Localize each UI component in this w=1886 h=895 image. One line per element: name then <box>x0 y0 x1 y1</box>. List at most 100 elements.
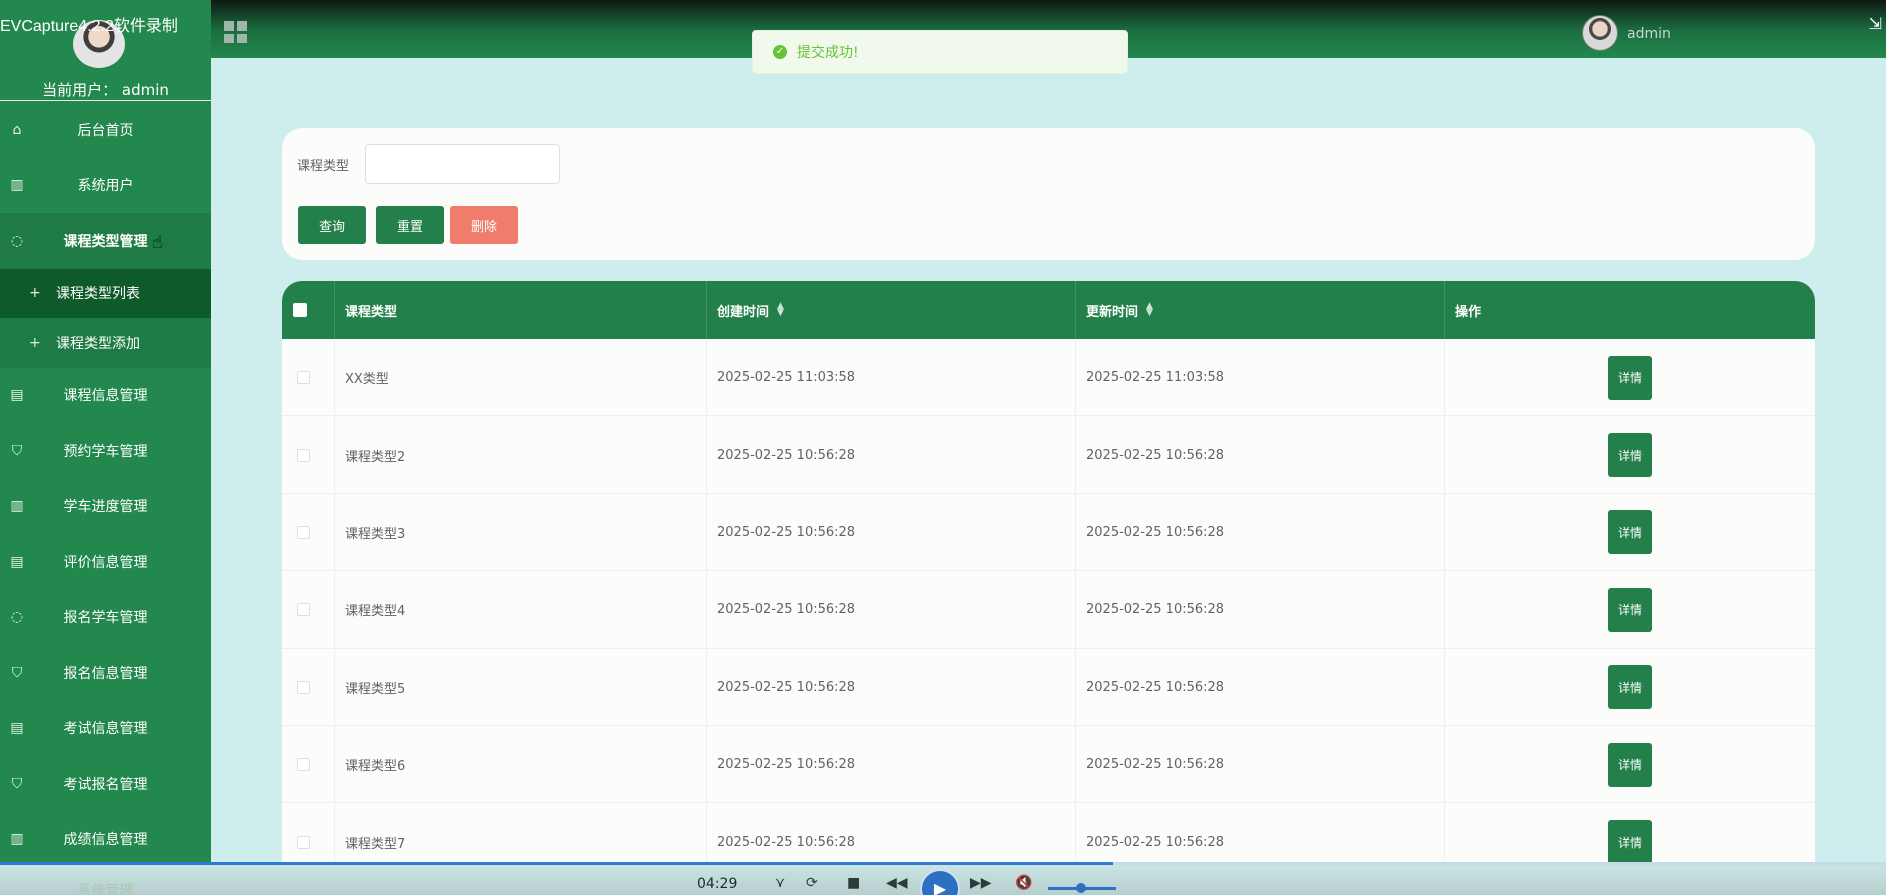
sidebar-item-exam-info[interactable]: ▤ 考试信息管理 <box>0 701 211 757</box>
query-button[interactable]: 查询 <box>298 206 366 244</box>
collapse-icon[interactable]: ⇲ <box>1869 14 1882 33</box>
delete-button[interactable]: 删除 <box>450 206 518 244</box>
sidebar-item-users[interactable]: ▥ 系统用户 <box>0 158 211 214</box>
detail-button[interactable]: 详情 <box>1608 587 1652 632</box>
sidebar-item-label: 预约学车管理 <box>63 443 148 460</box>
sidebar-item-label: 成绩信息管理 <box>63 832 148 849</box>
cell-updated: 2025-02-25 11:03:58 <box>1076 339 1445 417</box>
volume-icon[interactable]: 🔇 <box>1015 875 1032 891</box>
sidebar-item-label: 考试信息管理 <box>63 721 148 738</box>
cell-course-type: 课程类型6 <box>335 725 707 804</box>
detail-button[interactable]: 详情 <box>1608 742 1652 787</box>
row-checkbox[interactable] <box>297 680 310 694</box>
detail-button[interactable]: 详情 <box>1608 665 1652 710</box>
cell-created: 2025-02-25 10:56:28 <box>707 493 1076 572</box>
sidebar-item-exam-enroll[interactable]: ⛉ 考试报名管理 <box>0 756 211 812</box>
cell-course-type: 课程类型2 <box>335 416 707 494</box>
cell-actions: 详情 <box>1445 416 1815 493</box>
column-label: 创建时间 <box>717 304 770 320</box>
sidebar-item-course-type[interactable]: ◌ 课程类型管理 <box>0 213 211 269</box>
sort-icon[interactable]: ▲ ▼ <box>777 302 784 318</box>
row-checkbox[interactable] <box>297 835 310 849</box>
row-checkbox-cell <box>282 339 335 417</box>
check-circle-icon: ✓ <box>773 45 787 59</box>
select-all-checkbox[interactable] <box>293 303 307 317</box>
cell-updated: 2025-02-25 10:56:28 <box>1076 571 1445 649</box>
refresh-icon[interactable]: ⟳ <box>806 875 818 891</box>
stop-icon[interactable]: ■ <box>847 875 860 891</box>
table-row: 课程类型4 2025-02-25 10:56:28 2025-02-25 10:… <box>282 571 1815 649</box>
sidebar-item-enroll-driving[interactable]: ◌ 报名学车管理 <box>0 590 211 646</box>
detail-button[interactable]: 详情 <box>1608 820 1652 865</box>
fast-forward-icon[interactable]: ▶▶ <box>970 875 992 891</box>
column-header-course-type: 课程类型 <box>335 281 707 339</box>
header-select-all[interactable] <box>282 281 335 339</box>
cell-created: 2025-02-25 11:03:58 <box>707 339 1076 417</box>
table-header: 课程类型 创建时间 ▲ ▼ 更新时间 ▲ ▼ 操作 <box>282 281 1815 339</box>
sidebar-subitem-label: 课程类型添加 <box>56 335 140 352</box>
row-checkbox[interactable] <box>297 371 310 385</box>
sidebar-item-review[interactable]: ▤ 评价信息管理 <box>0 534 211 590</box>
sidebar-item-home[interactable]: ⌂ 后台首页 <box>0 102 211 158</box>
sidebar-item-label: 考试报名管理 <box>63 776 148 793</box>
search-panel: 课程类型 查询 重置 删除 <box>282 128 1815 260</box>
table-row: 课程类型5 2025-02-25 10:56:28 2025-02-25 10:… <box>282 648 1815 726</box>
search-label: 课程类型 <box>297 159 350 174</box>
toast-message: 提交成功! <box>797 45 859 61</box>
sidebar-item-enroll-info[interactable]: ⛉ 报名信息管理 <box>0 645 211 701</box>
row-checkbox[interactable] <box>297 603 310 617</box>
row-checkbox-cell <box>282 571 335 649</box>
table-row: 课程类型6 2025-02-25 10:56:28 2025-02-25 10:… <box>282 725 1815 804</box>
reset-button[interactable]: 重置 <box>376 206 444 244</box>
volume-knob[interactable] <box>1076 883 1086 893</box>
rewind-icon[interactable]: ◀◀ <box>886 875 908 891</box>
sidebar-subitem-label: 课程类型列表 <box>56 286 140 303</box>
grid-menu-icon[interactable] <box>224 21 248 43</box>
course-type-table: 课程类型 创建时间 ▲ ▼ 更新时间 ▲ ▼ 操作 XX类型 2025-02-25 11… <box>282 281 1815 891</box>
sidebar-item-label: 学车进度管理 <box>63 499 148 516</box>
sidebar-item-booking[interactable]: ⛉ 预约学车管理 <box>0 423 211 479</box>
row-checkbox-cell <box>282 725 335 804</box>
column-header-created[interactable]: 创建时间 ▲ ▼ <box>707 281 1076 339</box>
sidebar-item-label: 系统用户 <box>77 178 134 195</box>
cell-created: 2025-02-25 10:56:28 <box>707 725 1076 804</box>
column-label: 课程类型 <box>345 304 398 320</box>
course-type-search-input[interactable] <box>365 144 560 184</box>
cell-created: 2025-02-25 10:56:28 <box>707 648 1076 726</box>
recorder-title: EVCapture4.2.2软件录制 <box>0 18 178 35</box>
sidebar-item-label: 报名信息管理 <box>63 665 148 682</box>
sidebar-item-progress[interactable]: ▥ 学车进度管理 <box>0 479 211 535</box>
detail-button[interactable]: 详情 <box>1608 510 1652 555</box>
sidebar-subitem-course-type-add[interactable]: + 课程类型添加 <box>0 318 211 368</box>
sidebar-item-course-info[interactable]: ▤ 课程信息管理 <box>0 368 211 424</box>
cell-actions: 详情 <box>1445 571 1815 648</box>
table-row: XX类型 2025-02-25 11:03:58 2025-02-25 11:0… <box>282 339 1815 417</box>
row-checkbox-cell <box>282 648 335 726</box>
table-row: 课程类型3 2025-02-25 10:56:28 2025-02-25 10:… <box>282 493 1815 572</box>
column-label: 更新时间 <box>1086 304 1139 320</box>
detail-button[interactable]: 详情 <box>1608 433 1652 478</box>
sidebar-item-system-cutoff[interactable]: 系统管理 <box>0 880 211 895</box>
cell-updated: 2025-02-25 10:56:28 <box>1076 416 1445 494</box>
header-username[interactable]: admin <box>1627 26 1671 42</box>
row-checkbox[interactable] <box>297 448 310 462</box>
plus-icon: + <box>29 285 41 302</box>
play-icon[interactable]: ▶ <box>920 869 960 895</box>
sidebar-item-scores[interactable]: ▥ 成绩信息管理 <box>0 812 211 868</box>
row-checkbox[interactable] <box>297 758 310 772</box>
cell-course-type: 课程类型5 <box>335 648 707 726</box>
sidebar-subitem-course-type-list[interactable]: + 课程类型列表 <box>0 268 211 318</box>
row-checkbox[interactable] <box>297 525 310 539</box>
cell-updated: 2025-02-25 10:56:28 <box>1076 725 1445 804</box>
cell-updated: 2025-02-25 10:56:28 <box>1076 493 1445 572</box>
detail-button[interactable]: 详情 <box>1608 355 1652 400</box>
mouse-cursor-icon: ☝ <box>152 232 163 253</box>
settings-icon[interactable]: ⋎ <box>775 875 785 891</box>
video-player-controls: 04:29 ⋎ ⟳ ■ ◀◀ ▶ ▶▶ 🔇 <box>0 865 1886 895</box>
cell-created: 2025-02-25 10:56:28 <box>707 416 1076 494</box>
sidebar: 当前用户： admin ⌂ 后台首页 ▥ 系统用户 ◌ 课程类型管理 + 课程类… <box>0 0 211 895</box>
sort-icon[interactable]: ▲ ▼ <box>1146 302 1153 318</box>
column-header-updated[interactable]: 更新时间 ▲ ▼ <box>1076 281 1445 339</box>
cell-course-type: XX类型 <box>335 339 707 417</box>
avatar[interactable] <box>1582 15 1618 51</box>
